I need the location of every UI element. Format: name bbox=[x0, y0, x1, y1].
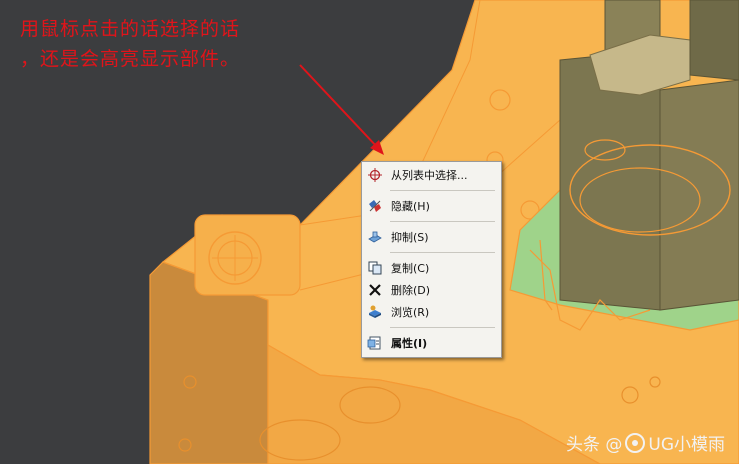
menu-item-properties[interactable]: 属性(I) bbox=[362, 332, 501, 354]
menu-item-label: 浏览(R) bbox=[391, 306, 430, 319]
watermark-prefix: 头条 @ bbox=[565, 435, 623, 455]
browse-icon bbox=[367, 304, 383, 320]
menu-separator bbox=[390, 252, 495, 253]
context-menu: 从列表中选择... 隐藏(H) 抑制(S) 复制(C) 删除(D) 浏览(R) bbox=[361, 161, 502, 358]
annotation-text: 用鼠标点击的话选择的话 ，还是会高亮显示部件。 bbox=[20, 14, 240, 74]
watermark: 头条 @ UG小模雨 bbox=[566, 430, 725, 455]
menu-separator bbox=[390, 221, 495, 222]
menu-separator bbox=[390, 327, 495, 328]
annotation-line: 用鼠标点击的话选择的话 bbox=[20, 18, 241, 40]
menu-item-label: 属性(I) bbox=[391, 337, 428, 350]
menu-item-label: 隐藏(H) bbox=[391, 200, 430, 213]
menu-separator bbox=[390, 190, 495, 191]
menu-item-suppress[interactable]: 抑制(S) bbox=[362, 226, 501, 248]
watermark-suffix: UG小模雨 bbox=[648, 435, 725, 455]
core-block[interactable] bbox=[689, 0, 739, 81]
copy-icon bbox=[367, 260, 383, 276]
mold-boss[interactable] bbox=[194, 214, 301, 296]
menu-item-hide[interactable]: 隐藏(H) bbox=[362, 195, 501, 217]
menu-item-label: 复制(C) bbox=[391, 262, 430, 275]
annotation-line: ，还是会高亮显示部件。 bbox=[20, 48, 241, 70]
crosshair-icon bbox=[367, 167, 383, 183]
menu-item-browse[interactable]: 浏览(R) bbox=[362, 301, 501, 323]
properties-icon bbox=[367, 335, 383, 351]
menu-item-label: 从列表中选择... bbox=[391, 169, 468, 182]
menu-item-label: 删除(D) bbox=[391, 284, 431, 297]
watermark-logo-icon bbox=[624, 432, 646, 454]
menu-item-delete[interactable]: 删除(D) bbox=[362, 279, 501, 301]
menu-item-copy[interactable]: 复制(C) bbox=[362, 257, 501, 279]
hide-icon bbox=[367, 198, 383, 214]
menu-item-select-from-list[interactable]: 从列表中选择... bbox=[362, 164, 501, 186]
menu-item-label: 抑制(S) bbox=[391, 231, 429, 244]
delete-icon bbox=[367, 282, 383, 298]
suppress-icon bbox=[367, 229, 383, 245]
